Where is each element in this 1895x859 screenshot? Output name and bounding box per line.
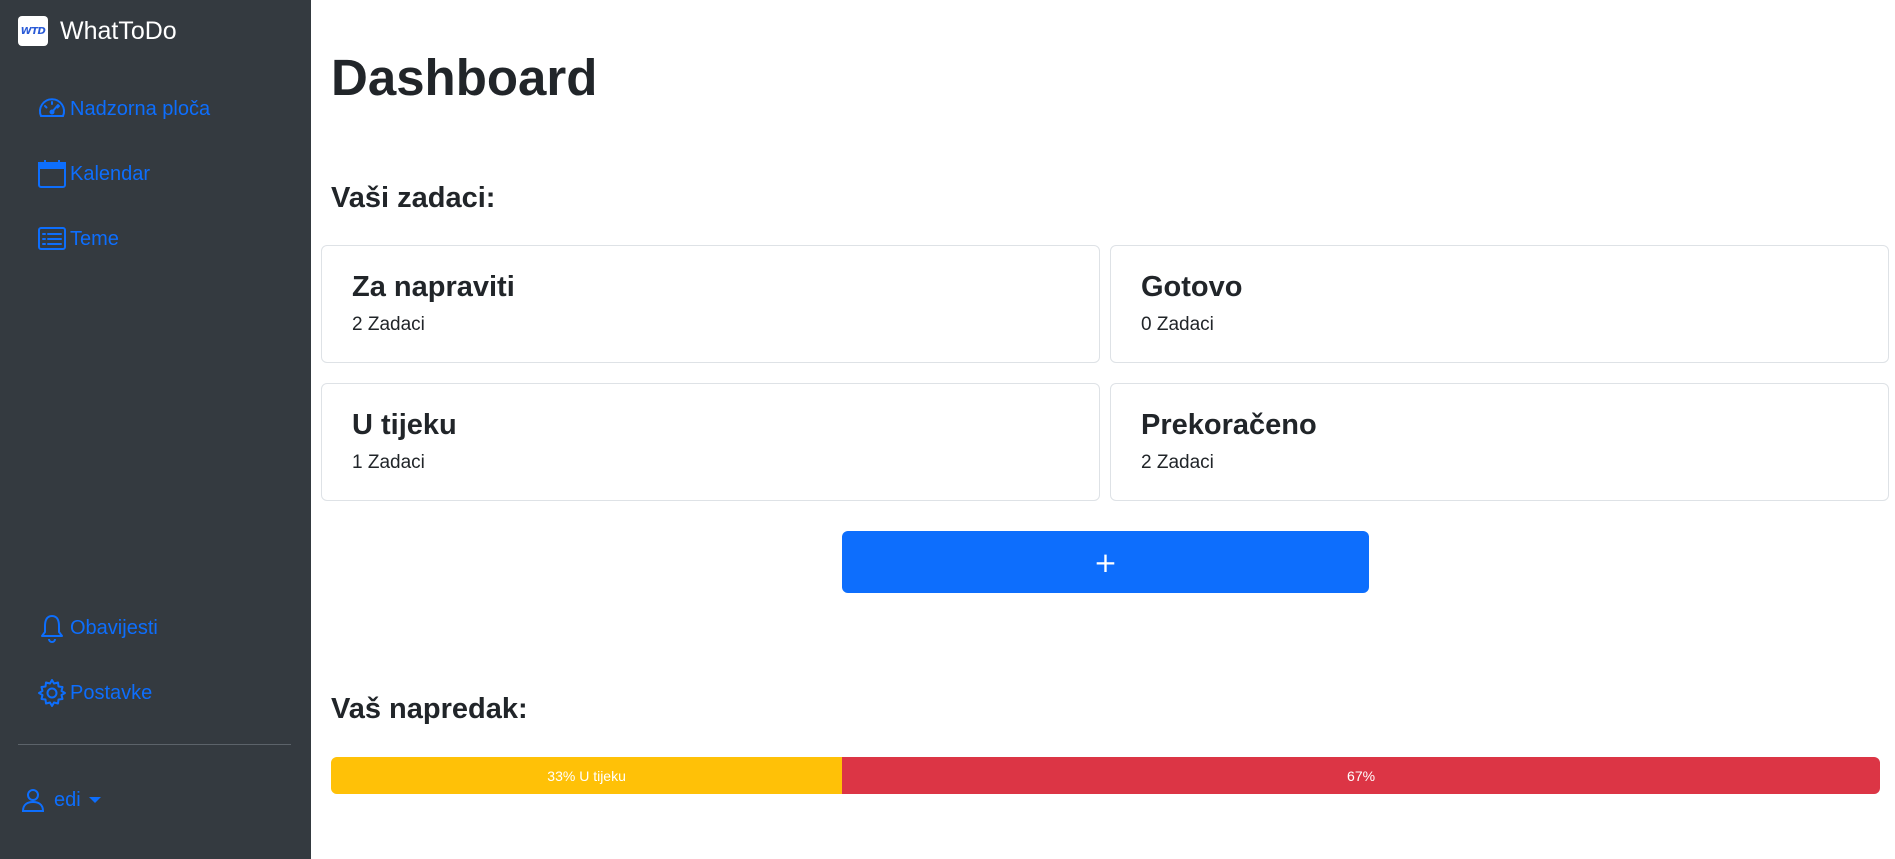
page-title: Dashboard: [331, 49, 598, 106]
card-count: 2 Zadaci: [352, 314, 425, 335]
progress-segment-overdue: 67%: [842, 757, 1880, 794]
user-menu[interactable]: edi: [20, 787, 101, 813]
task-card-done[interactable]: Gotovo 0 Zadaci: [1110, 245, 1889, 363]
brand[interactable]: WTD WhatToDo: [18, 16, 177, 46]
sidebar-divider: [18, 744, 291, 745]
bell-icon: [41, 615, 63, 643]
list-icon: [38, 227, 66, 250]
progress-heading: Vaš napredak:: [331, 693, 528, 725]
task-card-todo[interactable]: Za napraviti 2 Zadaci: [321, 245, 1100, 363]
sidebar-item-notifications[interactable]: Obavijesti: [37, 611, 158, 645]
sidebar-nav: Nadzorna ploča Kalendar Teme: [37, 92, 210, 287]
card-title: Gotovo: [1141, 271, 1243, 303]
progress-bar: 33% U tijeku 67%: [331, 757, 1880, 794]
sidebar-item-label: Obavijesti: [70, 616, 158, 639]
gear-icon: [38, 679, 66, 707]
sidebar-item-label: Kalendar: [70, 162, 151, 185]
progress-segment-in-progress: 33% U tijeku: [331, 757, 843, 794]
task-card-in-progress[interactable]: U tijeku 1 Zadaci: [321, 383, 1100, 501]
sidebar-item-calendar[interactable]: Kalendar: [37, 157, 210, 191]
task-card-overdue[interactable]: Prekoračeno 2 Zadaci: [1110, 383, 1889, 501]
sidebar-item-dashboard[interactable]: Nadzorna ploča: [37, 92, 210, 126]
tasks-heading: Vaši zadaci:: [331, 182, 496, 214]
chevron-down-icon: [88, 797, 101, 803]
sidebar-item-topics[interactable]: Teme: [37, 222, 210, 256]
sidebar-item-label: Nadzorna ploča: [70, 97, 211, 120]
card-count: 1 Zadaci: [352, 452, 425, 473]
person-icon: [21, 789, 45, 812]
sidebar: WTD WhatToDo Nadzorna ploča Kalendar Tem…: [0, 0, 311, 859]
sidebar-bottom-nav: Obavijesti Postavke: [37, 611, 158, 741]
app-name: WhatToDo: [60, 16, 177, 45]
card-count: 0 Zadaci: [1141, 314, 1214, 335]
card-count: 2 Zadaci: [1141, 452, 1214, 473]
main-content: Dashboard Vaši zadaci: Za napraviti 2 Za…: [311, 0, 1895, 859]
sidebar-item-settings[interactable]: Postavke: [37, 676, 158, 710]
card-title: Prekoračeno: [1141, 409, 1317, 441]
sidebar-item-label: Teme: [70, 227, 119, 250]
app-logo: WTD: [18, 16, 48, 46]
card-title: U tijeku: [352, 409, 457, 441]
speedometer-icon: [39, 98, 65, 117]
card-title: Za napraviti: [352, 271, 515, 303]
user-name: edi: [54, 788, 81, 811]
calendar-icon: [38, 160, 66, 188]
add-task-button[interactable]: +: [842, 531, 1369, 593]
sidebar-item-label: Postavke: [70, 681, 153, 704]
